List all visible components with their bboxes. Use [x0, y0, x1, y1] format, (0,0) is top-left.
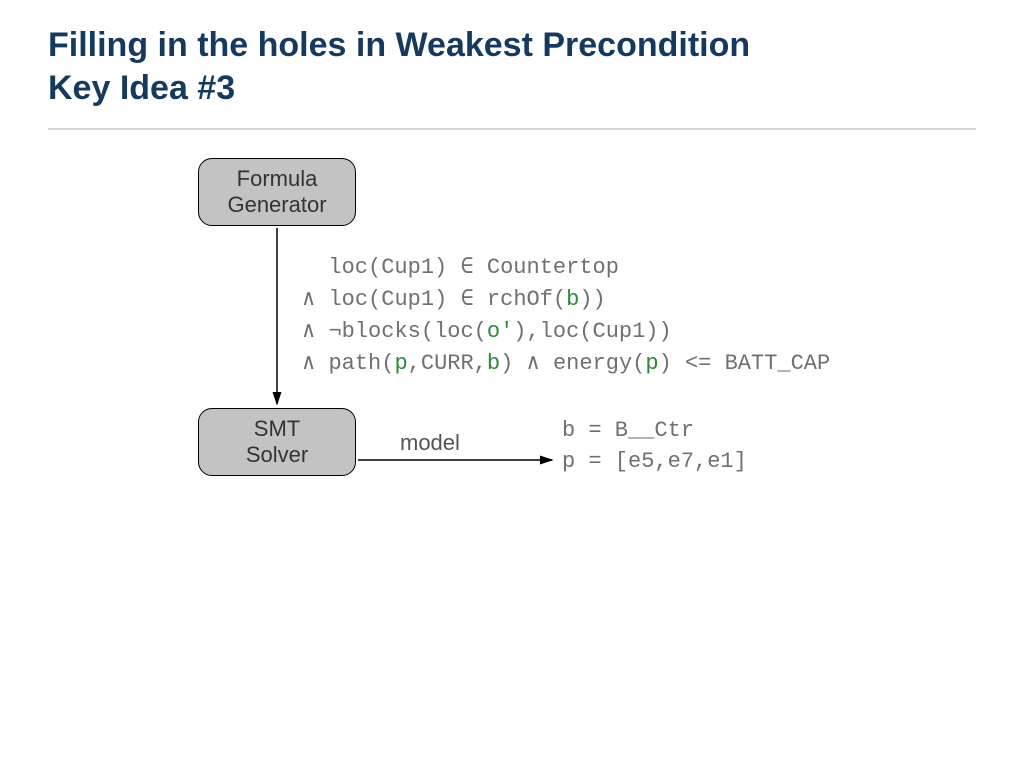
code-l4f: p	[645, 351, 658, 376]
formula-code: loc(Cup1) ∈ Countertop ∧ loc(Cup1) ∈ rch…	[302, 252, 830, 380]
title-line-1: Filling in the holes in Weakest Precondi…	[48, 26, 750, 64]
code-l3b: o'	[487, 319, 513, 344]
code-l2b: b	[566, 287, 579, 312]
code-l1: loc(Cup1) ∈ Countertop	[302, 255, 619, 280]
model-l1: b = B__Ctr	[562, 418, 694, 443]
smt-solver-node: SMT Solver	[198, 408, 356, 476]
horizontal-rule	[48, 128, 976, 130]
arrow-layer	[0, 0, 1024, 768]
code-l4d: b	[487, 351, 500, 376]
slide-title: Filling in the holes in Weakest Precondi…	[48, 24, 750, 109]
formula-generator-label: Formula Generator	[227, 166, 326, 219]
model-output: b = B__Ctr p = [e5,e7,e1]	[562, 416, 747, 478]
code-l4a: ∧ path(	[302, 351, 394, 376]
model-l2: p = [e5,e7,e1]	[562, 449, 747, 474]
code-l3c: ),loc(Cup1))	[513, 319, 671, 344]
code-l2c: ))	[579, 287, 605, 312]
code-l4b: p	[394, 351, 407, 376]
code-l4e: ) ∧ energy(	[500, 351, 645, 376]
formula-generator-node: Formula Generator	[198, 158, 356, 226]
smt-solver-label: SMT Solver	[246, 416, 308, 469]
code-l2a: ∧ loc(Cup1) ∈ rchOf(	[302, 287, 566, 312]
code-l4c: ,CURR,	[408, 351, 487, 376]
title-line-2: Key Idea #3	[48, 69, 235, 107]
code-l3a: ∧ ¬blocks(loc(	[302, 319, 487, 344]
model-arrow-label: model	[400, 430, 460, 456]
code-l4g: ) <= BATT_CAP	[659, 351, 831, 376]
